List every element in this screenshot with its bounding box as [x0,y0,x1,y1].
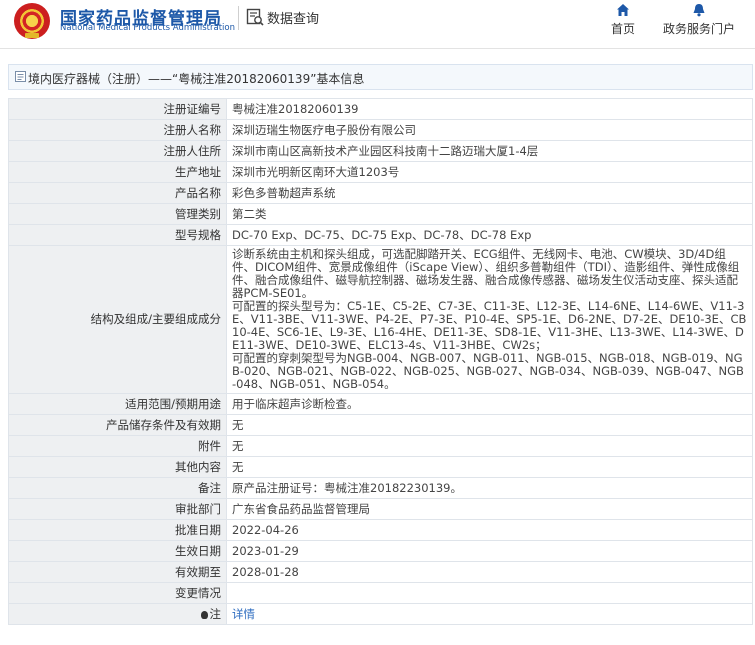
field-value: 2023-01-29 [226,540,753,562]
site-subtitle: National Medical Products Administration [60,23,235,33]
data-query-label[interactable]: 数据查询 [267,8,319,27]
field-label: 产品储存条件及有效期 [8,414,227,436]
field-label: 备注 [8,477,227,499]
row-registrant-address: 注册人住所 深圳市南山区高新技术产业园区科技南十二路迈瑞大厦1-4层 [8,140,753,162]
field-label: 生效日期 [8,540,227,562]
field-label: 管理类别 [8,203,227,225]
field-label: 生产地址 [8,161,227,183]
field-value: 粤械注准20182060139 [226,98,753,120]
nav-gov-portal[interactable]: 政务服务门户 [660,3,738,37]
field-label: 审批部门 [8,498,227,520]
breadcrumb: 境内医疗器械（注册）——“粤械注准20182060139”基本信息 [8,64,753,90]
field-value: 广东省食品药品监督管理局 [226,498,753,520]
row-other-content: 其他内容 无 [8,456,753,478]
field-value: 彩色多普勒超声系统 [226,182,753,204]
field-label: 结构及组成/主要组成成分 [8,245,227,394]
field-value: 无 [226,435,753,457]
nav-home[interactable]: 首页 [606,3,640,37]
row-intended-use: 适用范围/预期用途 用于临床超声诊断检查。 [8,393,753,415]
national-emblem-icon [14,3,50,39]
field-value: DC-70 Exp、DC-75、DC-75 Exp、DC-78、DC-78 Ex… [226,224,753,246]
breadcrumb-text: 境内医疗器械（注册）——“粤械注准20182060139”基本信息 [28,72,365,86]
row-valid-until: 有效期至 2028-01-28 [8,561,753,583]
field-label: 批准日期 [8,519,227,541]
row-approval-department: 审批部门 广东省食品药品监督管理局 [8,498,753,520]
field-label: 注册人住所 [8,140,227,162]
row-effective-date: 生效日期 2023-01-29 [8,540,753,562]
field-value: 用于临床超声诊断检查。 [226,393,753,415]
document-icon [15,71,26,82]
row-storage-validity: 产品储存条件及有效期 无 [8,414,753,436]
header-divider [238,6,239,30]
row-product-name: 产品名称 彩色多普勒超声系统 [8,182,753,204]
field-label: 附件 [8,435,227,457]
field-label: 有效期至 [8,561,227,583]
home-icon [617,4,629,16]
field-label: 变更情况 [8,582,227,604]
row-registrant-name: 注册人名称 深圳迈瑞生物医疗电子股份有限公司 [8,119,753,141]
field-value: 原产品注册证号：粤械注准20182230139。 [226,477,753,499]
field-label: 型号规格 [8,224,227,246]
site-header: 国家药品监督管理局 National Medical Products Admi… [0,0,755,49]
row-approval-date: 批准日期 2022-04-26 [8,519,753,541]
field-value: 2022-04-26 [226,519,753,541]
row-structure-composition: 结构及组成/主要组成成分 诊断系统由主机和探头组成，可选配脚踏开关、ECG组件、… [8,245,753,394]
nav-gov-portal-label: 政务服务门户 [662,22,735,36]
field-value: 深圳市光明新区南环大道1203号 [226,161,753,183]
registration-info-table: 注册证编号 粤械注准20182060139 注册人名称 深圳迈瑞生物医疗电子股份… [8,98,753,625]
field-label: 其他内容 [8,456,227,478]
row-model-spec: 型号规格 DC-70 Exp、DC-75、DC-75 Exp、DC-78、DC-… [8,224,753,246]
row-management-category: 管理类别 第二类 [8,203,753,225]
field-label-note: 注 [8,603,227,625]
row-production-address: 生产地址 深圳市光明新区南环大道1203号 [8,161,753,183]
field-label: 适用范围/预期用途 [8,393,227,415]
field-value: 第二类 [226,203,753,225]
details-link[interactable]: 详情 [232,607,255,621]
bulb-icon [200,610,208,619]
field-value: 详情 [226,603,753,625]
row-attachments: 附件 无 [8,435,753,457]
field-label: 注册人名称 [8,119,227,141]
row-registration-number: 注册证编号 粤械注准20182060139 [8,98,753,120]
row-remarks: 备注 原产品注册证号：粤械注准20182230139。 [8,477,753,499]
field-value: 深圳市南山区高新技术产业园区科技南十二路迈瑞大厦1-4层 [226,140,753,162]
row-change-status: 变更情况 [8,582,753,604]
field-value [226,582,753,604]
field-label: 产品名称 [8,182,227,204]
field-value: 2028-01-28 [226,561,753,583]
row-note: 注 详情 [8,603,753,625]
note-label: 注 [209,606,222,621]
field-value: 无 [226,414,753,436]
field-label: 注册证编号 [8,98,227,120]
nav-home-label: 首页 [610,22,635,36]
data-query-icon [246,8,264,26]
field-value: 诊断系统由主机和探头组成，可选配脚踏开关、ECG组件、无线网卡、电池、CW模块、… [226,245,753,394]
field-value: 无 [226,456,753,478]
field-value: 深圳迈瑞生物医疗电子股份有限公司 [226,119,753,141]
portal-icon [693,4,705,17]
